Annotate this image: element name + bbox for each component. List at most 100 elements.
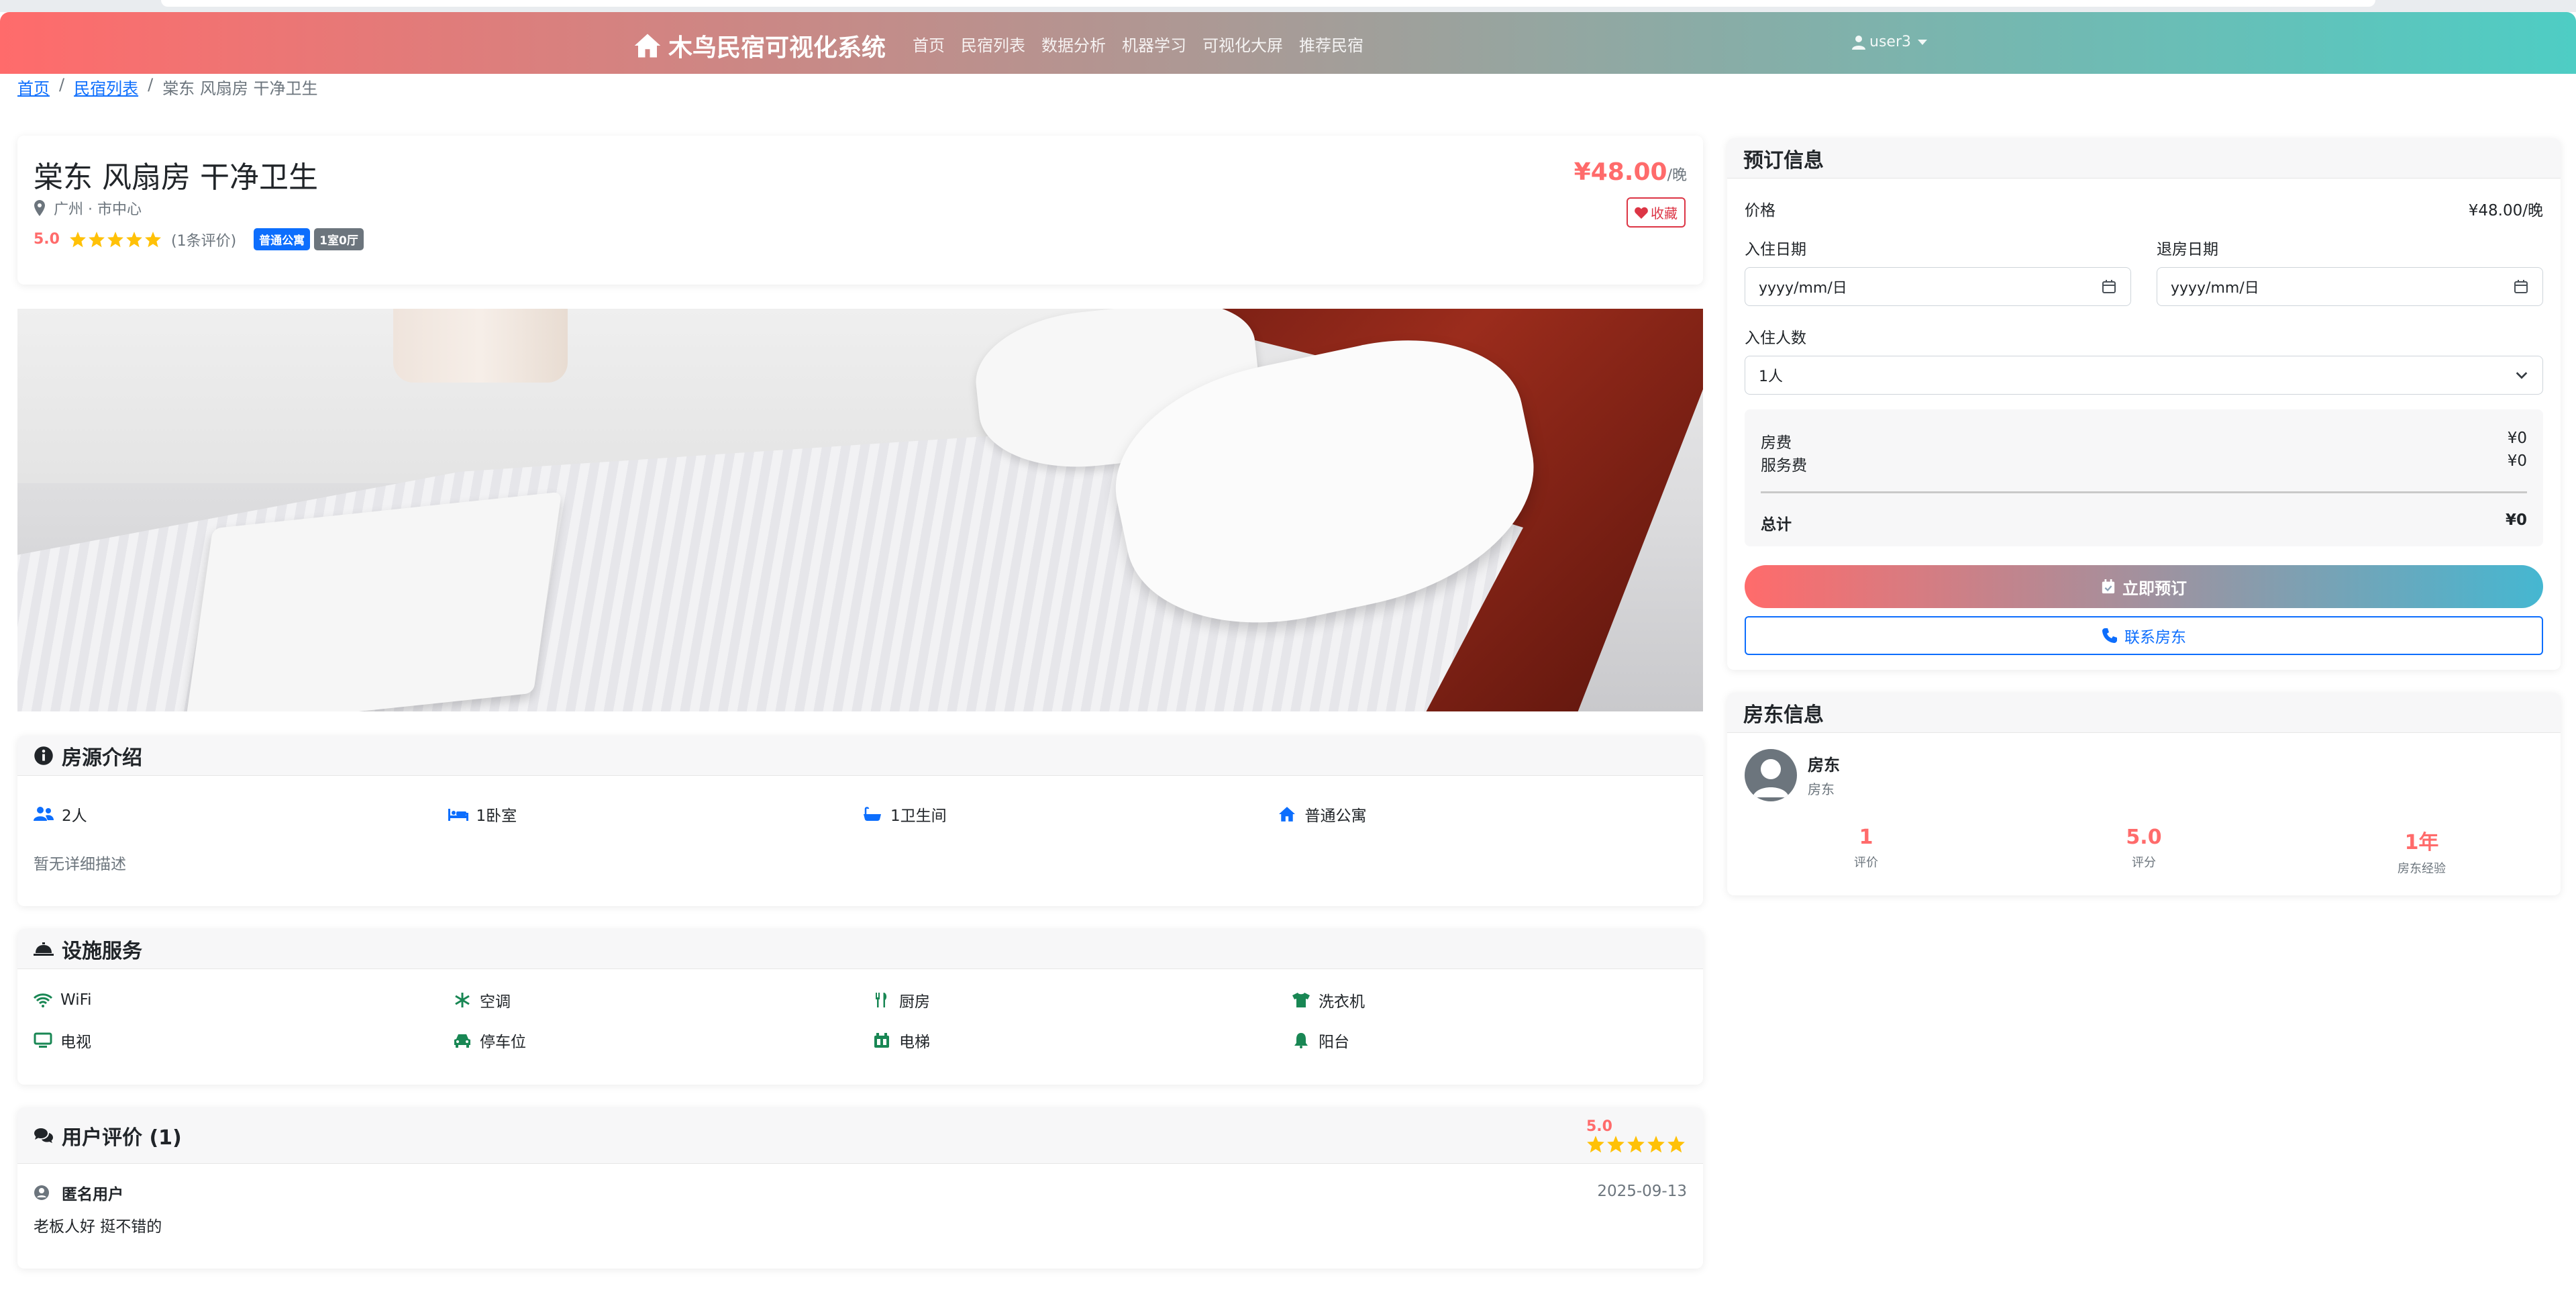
contact-host-button[interactable]: 联系房东 [1745, 616, 2543, 655]
total-value: ¥0 [2505, 511, 2527, 529]
book-now-button[interactable]: 立即预订 [1745, 565, 2543, 608]
favorite-button[interactable]: 收藏 [1627, 197, 1686, 228]
reviews-header-text: 用户评价 (1) [62, 1126, 182, 1150]
star-icon [1607, 1136, 1625, 1153]
calendar-icon [2514, 280, 2528, 293]
map-marker-icon [34, 200, 45, 216]
review-date: 2025-09-13 [1597, 1183, 1687, 1200]
star-icon [107, 231, 123, 247]
nav-link-home[interactable]: 首页 [913, 32, 945, 56]
stat-label: 房东经验 [2398, 862, 2446, 876]
breadcrumb-separator: / [148, 75, 154, 94]
intro-header-text: 房源介绍 [62, 746, 142, 770]
checkin-placeholder: yyyy/mm/日 [1759, 280, 1847, 297]
facilities-card: 设施服务 WiFi 空调 厨房 洗衣机 电视 停车位 电梯 阳台 [17, 929, 1703, 1085]
elevator-icon [874, 1033, 889, 1048]
feature-label: 1卧室 [476, 807, 517, 825]
checkout-placeholder: yyyy/mm/日 [2171, 280, 2259, 297]
facility-ac: 空调 [453, 991, 872, 1011]
star-icon [1647, 1136, 1665, 1153]
nav-link-ml[interactable]: 机器学习 [1122, 32, 1186, 56]
host-stat-experience: 1年 房东经验 [2283, 826, 2561, 877]
checkin-label: 入住日期 [1745, 241, 1806, 258]
total-row: 总计 ¥0 [1761, 511, 2527, 534]
contact-host-label: 联系房东 [2124, 629, 2186, 646]
feature-label: 普通公寓 [1304, 807, 1367, 825]
reviewer: 匿名用户 [34, 1181, 123, 1204]
facility-parking: 停车位 [453, 1031, 872, 1051]
star-rating [1586, 1135, 1687, 1154]
review-text: 老板人好 挺不错的 [34, 1218, 162, 1236]
facility-kitchen: 厨房 [872, 991, 1292, 1011]
location: 广州 · 市中心 [34, 197, 142, 219]
facilities-grid: WiFi 空调 厨房 洗衣机 电视 停车位 电梯 阳台 [34, 991, 1691, 1051]
service-fee-row: 服务费 ¥0 [1761, 452, 2527, 475]
reviews-summary: 5.0 [1586, 1118, 1687, 1154]
breadcrumb-current: 棠东 风扇房 干净卫生 [162, 79, 318, 98]
star-icon [89, 231, 105, 247]
facility-elevator: 电梯 [872, 1031, 1292, 1051]
browser-top-strip [0, 0, 2576, 12]
service-fee-value: ¥0 [2507, 452, 2527, 470]
room-fee-label: 房费 [1761, 434, 1792, 452]
tv-icon [34, 1032, 52, 1048]
listing-photo[interactable] [17, 309, 1703, 711]
brand[interactable]: 木鸟民宿可视化系统 [633, 28, 886, 63]
user-avatar-icon [1753, 759, 1789, 797]
stat-value: 1年 [2404, 831, 2439, 854]
feature-guests: 2人 [34, 803, 448, 826]
facility-label: WiFi [60, 991, 92, 1009]
nav-link-analysis[interactable]: 数据分析 [1041, 32, 1106, 56]
feature-bathrooms: 1卫生间 [862, 803, 1277, 826]
star-icon [1667, 1136, 1685, 1153]
stat-label: 评价 [1854, 856, 1878, 870]
review-count: (1条评价) [170, 232, 237, 250]
host-stat-rating: 5.0 评分 [2005, 826, 2283, 877]
reviews-card: 用户评价 (1) 5.0 匿名用户 2025-09-13 老板人好 挺不错的 [17, 1107, 1703, 1269]
facilities-header-text: 设施服务 [62, 939, 142, 963]
feature-type: 普通公寓 [1277, 803, 1692, 826]
rating-score: 5.0 [34, 231, 60, 248]
utensils-icon [876, 993, 887, 1007]
chevron-down-icon [1917, 39, 1927, 45]
feature-row: 2人 1卧室 1卫生间 普通公寓 [34, 803, 1691, 826]
booking-card: 预订信息 价格 ¥48.00/晚 入住日期 yyyy/mm/日 退房日期 yyy… [1727, 138, 2561, 670]
star-icon [1587, 1136, 1604, 1153]
breadcrumb-home[interactable]: 首页 [17, 75, 50, 99]
checkout-date-input[interactable]: yyyy/mm/日 [2157, 267, 2543, 306]
heart-icon [1635, 207, 1648, 219]
bed-icon [448, 809, 468, 821]
nav-link-dashboard[interactable]: 可视化大屏 [1202, 32, 1283, 56]
checkout-label: 退房日期 [2157, 241, 2218, 258]
type-badge: 普通公寓 [254, 228, 311, 250]
price-summary: 房费 ¥0 服务费 ¥0 总计 ¥0 [1745, 409, 2543, 546]
browser-url-bar[interactable] [161, 0, 2375, 7]
comments-icon [34, 1128, 53, 1143]
reviews-score: 5.0 [1586, 1118, 1612, 1135]
listing-title-card: 棠东 风扇房 干净卫生 广州 · 市中心 5.0 (1条评价) 普通公寓 1室0… [17, 136, 1703, 285]
favorite-label: 收藏 [1651, 205, 1678, 221]
breadcrumb-list[interactable]: 民宿列表 [74, 75, 138, 99]
service-fee-label: 服务费 [1761, 457, 1807, 475]
feature-label: 1卫生间 [890, 807, 947, 825]
nav-links: 首页 民宿列表 数据分析 机器学习 可视化大屏 推荐民宿 [913, 32, 1380, 56]
listing-price: ¥48.00/晚 [1574, 158, 1687, 186]
intro-header: 房源介绍 [17, 736, 1703, 776]
summary-divider [1761, 491, 2527, 493]
host-role: 房东 [1808, 781, 1835, 797]
home-icon [1278, 807, 1295, 822]
user-menu[interactable]: user3 [1852, 34, 1927, 50]
booking-price-row: 价格 ¥48.00/晚 [1745, 197, 2543, 220]
nav-link-recommend[interactable]: 推荐民宿 [1299, 32, 1363, 56]
host-name: 房东 [1808, 756, 1840, 775]
snowflake-icon [455, 993, 470, 1007]
star-icon [126, 231, 142, 247]
brand-title: 木鸟民宿可视化系统 [668, 34, 886, 62]
nav-link-listings[interactable]: 民宿列表 [961, 32, 1025, 56]
checkin-date-input[interactable]: yyyy/mm/日 [1745, 267, 2131, 306]
guests-select[interactable]: 1人 [1745, 356, 2543, 395]
host-stat-reviews: 1 评价 [1727, 826, 2005, 877]
facility-label: 洗衣机 [1319, 993, 1365, 1011]
intro-description: 暂无详细描述 [34, 856, 126, 873]
facility-balcony: 阳台 [1292, 1031, 1703, 1051]
